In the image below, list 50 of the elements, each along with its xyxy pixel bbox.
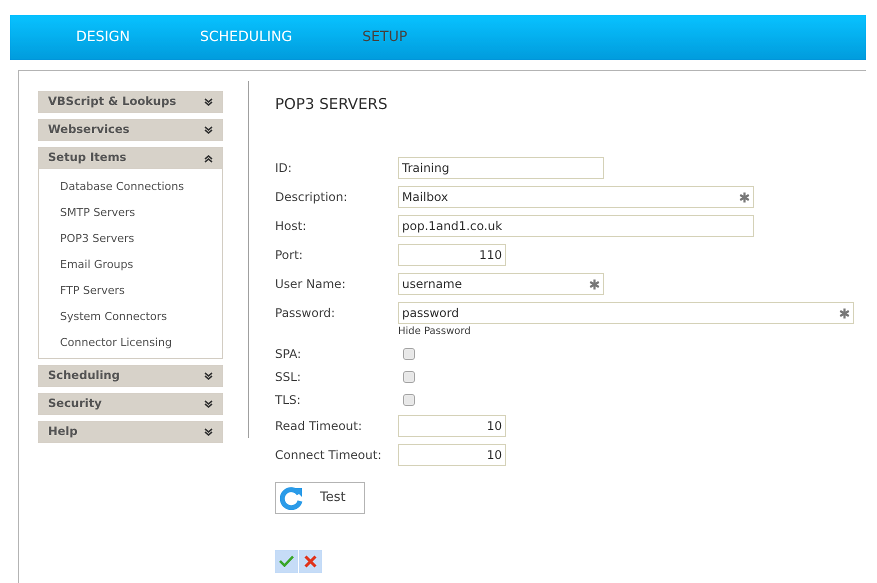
input-field[interactable]: pop.1and1.co.uk <box>398 215 754 237</box>
sidebar-link[interactable]: Connector Licensing <box>39 330 193 356</box>
checkbox[interactable] <box>403 371 415 383</box>
sidebar-section-header[interactable]: Webservices <box>38 119 223 141</box>
field-label: Read Timeout: <box>275 418 364 435</box>
field-label: Port: <box>275 247 304 264</box>
sidebar-section-header[interactable]: VBScript & Lookups <box>38 91 223 113</box>
sidebar-section-header[interactable]: Scheduling <box>38 365 223 387</box>
field-label: Description: <box>275 189 348 206</box>
cancel-button[interactable] <box>299 550 322 572</box>
checkmark-icon <box>279 555 294 567</box>
field-label: User Name: <box>275 276 347 293</box>
field-label: Password: <box>275 305 336 322</box>
checkbox[interactable] <box>403 394 415 406</box>
sidebar-section-header[interactable]: Setup Items <box>38 147 223 169</box>
refresh-icon <box>280 486 304 510</box>
close-icon <box>304 554 317 568</box>
input-field[interactable]: Mailbox <box>398 186 754 208</box>
sidebar-section-title: Security <box>48 395 102 412</box>
sidebar-link[interactable]: Database Connections <box>39 174 205 200</box>
hide-password-link[interactable]: Hide Password <box>398 324 866 338</box>
nav-tab[interactable]: SETUP <box>362 27 408 48</box>
sidebar-section-title: Setup Items <box>48 149 126 166</box>
field-label: TLS: <box>275 392 302 409</box>
field-label: SPA: <box>275 346 302 363</box>
save-button[interactable] <box>275 550 298 572</box>
sidebar-link[interactable]: System Connectors <box>39 304 188 330</box>
sidebar-link[interactable]: Email Groups <box>39 252 154 278</box>
sidebar-link[interactable]: FTP Servers <box>39 278 146 304</box>
test-button[interactable]: Test <box>275 482 365 514</box>
field-label: ID: <box>275 160 293 177</box>
sidebar-section-title: Scheduling <box>48 367 120 384</box>
sidebar-section-title: Webservices <box>48 121 130 138</box>
sidebar-link[interactable]: POP3 Servers <box>39 226 156 252</box>
field-label: Connect Timeout: <box>275 447 382 464</box>
sidebar-link[interactable]: SMTP Servers <box>39 200 156 226</box>
input-field[interactable]: 10 <box>398 444 506 466</box>
checkbox[interactable] <box>403 348 415 360</box>
field-label: SSL: <box>275 369 302 386</box>
input-field[interactable]: Training <box>398 157 604 179</box>
sidebar-section-title: Help <box>48 423 78 440</box>
sidebar-section-title: VBScript & Lookups <box>48 93 176 110</box>
input-field[interactable]: password <box>398 302 854 324</box>
input-field[interactable]: 10 <box>398 415 506 437</box>
sidebar-section-header[interactable]: Help <box>38 421 223 443</box>
sidebar-section-header[interactable]: Security <box>38 393 223 415</box>
field-label: Host: <box>275 218 308 235</box>
input-field[interactable]: username <box>398 273 604 295</box>
page-title: POP3 SERVERS <box>275 94 388 115</box>
input-field[interactable]: 110 <box>398 244 506 266</box>
